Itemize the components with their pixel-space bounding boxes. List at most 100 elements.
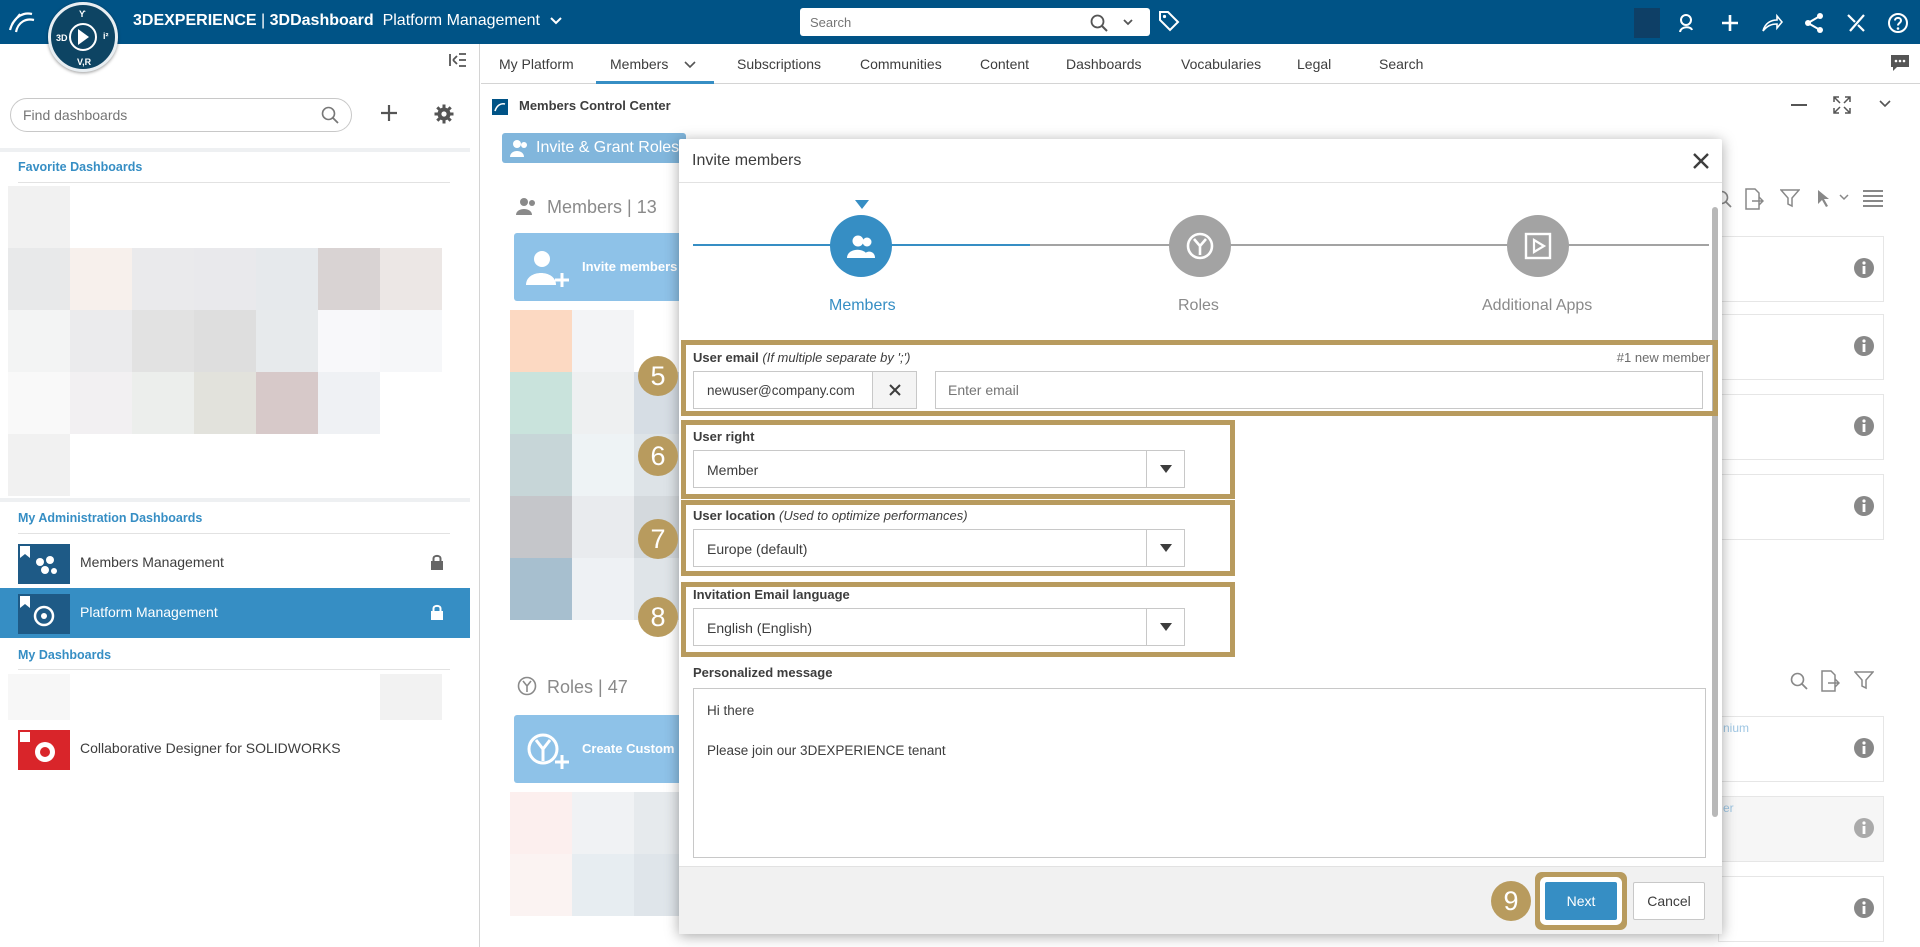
search-icon[interactable] [1090, 14, 1108, 32]
add-user-icon[interactable] [1674, 9, 1702, 37]
favorite-tile[interactable] [194, 248, 256, 310]
user-right-select[interactable]: Member [693, 450, 1185, 488]
tools-icon[interactable] [1842, 9, 1870, 37]
member-thumb[interactable] [572, 434, 634, 496]
search-dropdown-icon[interactable] [1122, 14, 1134, 30]
step-roles[interactable] [1169, 215, 1231, 277]
user-location-select[interactable]: Europe (default) [693, 529, 1185, 567]
remove-email-button[interactable] [872, 372, 916, 408]
member-thumb[interactable] [510, 310, 572, 372]
favorite-tile[interactable] [8, 186, 70, 248]
list-view-icon[interactable] [1862, 188, 1884, 210]
tab-legal[interactable]: Legal [1297, 56, 1331, 72]
search-icon[interactable] [321, 106, 339, 124]
email-input[interactable] [935, 371, 1703, 409]
member-thumb[interactable] [572, 558, 634, 620]
favorite-tile[interactable] [8, 310, 70, 372]
info-icon[interactable] [1853, 817, 1875, 839]
favorite-tile[interactable] [70, 248, 132, 310]
favorite-tile[interactable] [70, 372, 132, 434]
role-thumb[interactable] [510, 854, 572, 916]
role-thumb[interactable] [510, 792, 572, 854]
step-members[interactable] [830, 215, 892, 277]
role-thumb[interactable] [572, 854, 634, 916]
member-thumb[interactable] [572, 372, 634, 434]
favorite-tile[interactable] [318, 310, 380, 372]
tab-content[interactable]: Content [980, 56, 1029, 72]
create-custom-role-card[interactable]: Create Custom [514, 715, 684, 783]
role-card[interactable] [1718, 876, 1884, 942]
role-thumb[interactable] [572, 792, 634, 854]
member-thumb[interactable] [510, 496, 572, 558]
dashboard-tile[interactable] [8, 674, 70, 720]
role-thumb[interactable] [634, 854, 684, 916]
favorite-tile[interactable] [8, 248, 70, 310]
invite-members-card[interactable]: Invite members [514, 233, 684, 301]
favorite-tile[interactable] [8, 434, 70, 496]
favorite-tile[interactable] [380, 310, 442, 372]
select-icon[interactable] [1816, 188, 1850, 208]
filter-icon[interactable] [1854, 670, 1874, 690]
collapse-sidebar-icon[interactable] [447, 52, 467, 68]
info-icon[interactable] [1853, 335, 1875, 357]
member-card[interactable] [1718, 394, 1884, 460]
top-search-input[interactable] [810, 8, 1080, 36]
network-icon[interactable] [1800, 9, 1828, 37]
export-icon[interactable] [1744, 188, 1764, 210]
member-card[interactable] [1718, 236, 1884, 302]
tab-subscriptions[interactable]: Subscriptions [737, 56, 821, 72]
dassault-logo-icon[interactable] [6, 6, 38, 38]
gear-icon[interactable] [434, 104, 454, 124]
next-button[interactable]: Next [1545, 882, 1617, 920]
tab-search[interactable]: Search [1379, 56, 1423, 72]
favorite-tile[interactable] [194, 372, 256, 434]
role-card[interactable]: nium [1718, 716, 1884, 782]
minimize-icon[interactable] [1791, 104, 1807, 108]
share-icon[interactable] [1758, 9, 1786, 37]
compass-icon[interactable]: Ƴ 3D i² V,R [48, 2, 118, 72]
tab-my-platform[interactable]: My Platform [499, 56, 574, 72]
favorite-tile[interactable] [380, 248, 442, 310]
export-icon[interactable] [1820, 670, 1840, 692]
favorite-tile[interactable] [256, 372, 318, 434]
member-card[interactable] [1718, 474, 1884, 540]
info-icon[interactable] [1853, 257, 1875, 279]
role-thumb[interactable] [634, 792, 684, 854]
sidebar-item-members-management[interactable]: Members Management [0, 538, 470, 588]
maximize-icon[interactable] [1833, 96, 1851, 114]
add-dashboard-icon[interactable] [378, 102, 400, 124]
app-title[interactable]: 3DEXPERIENCE | 3DDashboard Platform Mana… [133, 12, 563, 30]
cancel-button[interactable]: Cancel [1633, 882, 1705, 920]
tab-communities[interactable]: Communities [860, 56, 942, 72]
member-thumb[interactable] [510, 372, 572, 434]
info-icon[interactable] [1853, 897, 1875, 919]
member-card[interactable] [1718, 314, 1884, 380]
chevron-down-icon[interactable] [1879, 100, 1891, 108]
dropdown-arrow[interactable] [1146, 609, 1184, 645]
dashboard-tile[interactable] [380, 674, 442, 720]
info-icon[interactable] [1853, 737, 1875, 759]
favorite-tile[interactable] [318, 372, 380, 434]
dropdown-arrow[interactable] [1146, 451, 1184, 487]
sidebar-item-collaborative-designer[interactable]: Collaborative Designer for SOLIDWORKS [0, 724, 470, 774]
member-thumb[interactable] [510, 434, 572, 496]
search-icon[interactable] [1790, 672, 1808, 690]
favorite-tile[interactable] [194, 310, 256, 372]
member-thumb[interactable] [572, 310, 634, 372]
chevron-down-icon[interactable] [684, 61, 696, 69]
favorite-tile[interactable] [256, 310, 318, 372]
chat-icon[interactable] [1890, 54, 1910, 72]
plus-icon[interactable] [1716, 9, 1744, 37]
invite-grant-roles-button[interactable]: Invite & Grant Roles [502, 133, 686, 163]
favorite-tile[interactable] [256, 248, 318, 310]
personalized-message-textarea[interactable]: Hi there Please join our 3DEXPERIENCE te… [693, 688, 1706, 858]
tab-members[interactable]: Members [610, 56, 668, 72]
dialog-scrollbar[interactable] [1712, 207, 1718, 817]
tab-dashboards[interactable]: Dashboards [1066, 56, 1142, 72]
tag-icon[interactable] [1158, 10, 1180, 32]
tab-vocabularies[interactable]: Vocabularies [1181, 56, 1261, 72]
favorite-tile[interactable] [132, 372, 194, 434]
find-dashboards-input[interactable] [23, 107, 303, 123]
favorite-tile[interactable] [318, 248, 380, 310]
info-icon[interactable] [1853, 495, 1875, 517]
